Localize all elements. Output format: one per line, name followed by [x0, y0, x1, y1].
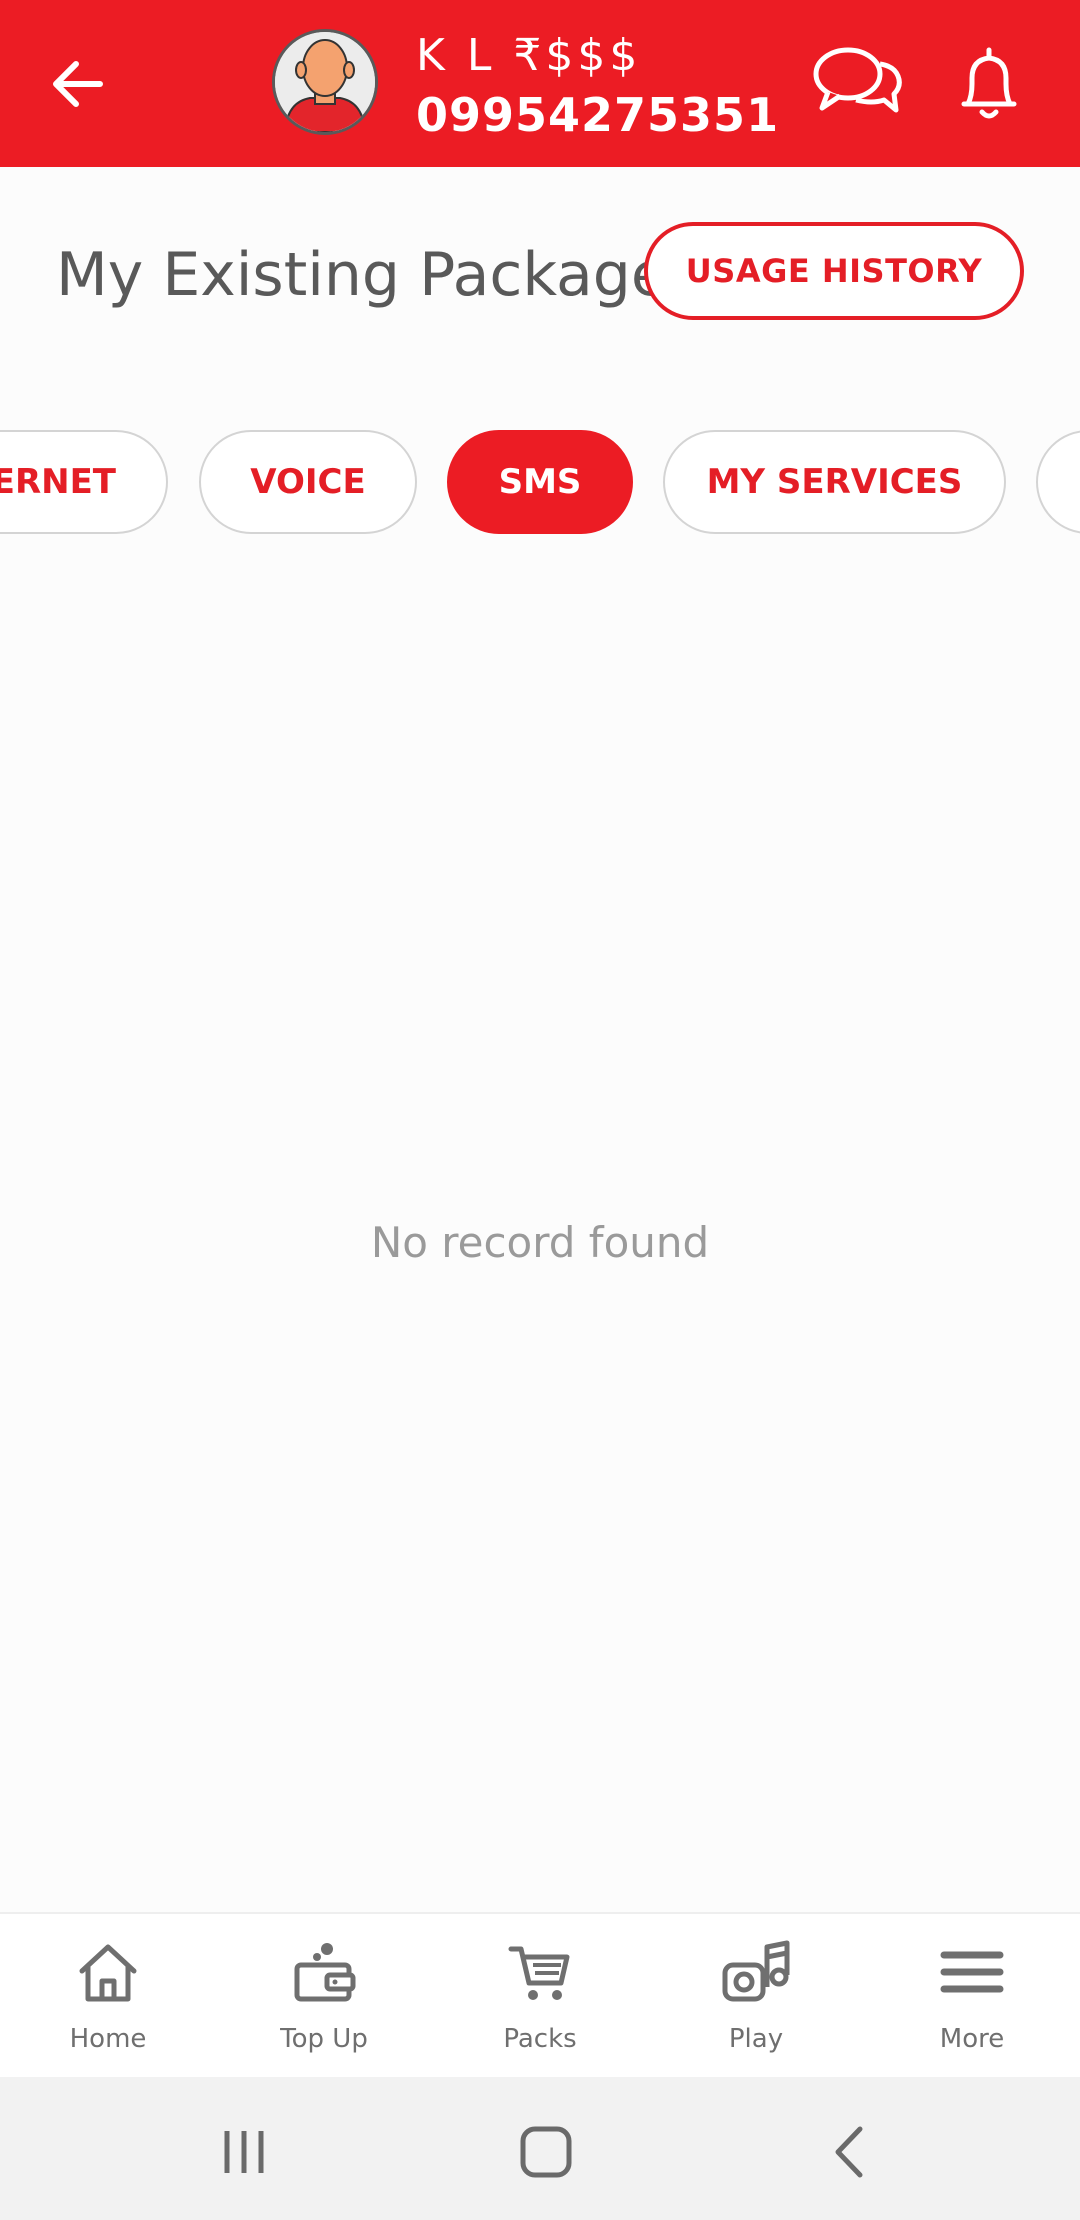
nav-top-up[interactable]: Top Up [216, 1914, 432, 2079]
back-system-button[interactable] [800, 2107, 900, 2197]
wallet-icon [294, 1943, 356, 2002]
bottom-navigation: Home Top Up Packs Play More [0, 1912, 1080, 2079]
home-square-icon [520, 2126, 572, 2178]
bell-icon [961, 47, 1017, 119]
nav-home[interactable]: Home [0, 1914, 216, 2079]
back-chevron-icon [835, 2126, 863, 2178]
cart-icon [508, 1946, 570, 2000]
home-icon [79, 1944, 137, 2002]
user-phone-number: 09954275351 [416, 88, 780, 142]
tab-voice[interactable]: VOICE [199, 430, 417, 534]
nav-packs[interactable]: Packs [432, 1914, 648, 2079]
usage-history-button[interactable]: USAGE HISTORY [644, 222, 1024, 320]
nav-more[interactable]: More [864, 1914, 1080, 2079]
nav-play-label: Play [728, 2024, 784, 2054]
recent-apps-button[interactable] [194, 2107, 294, 2197]
nav-more-label: More [939, 2024, 1005, 2054]
nav-play[interactable]: Play [648, 1914, 864, 2079]
nav-packs-label: Packs [503, 2024, 577, 2054]
music-icon [722, 1940, 790, 2002]
back-button[interactable] [44, 50, 108, 118]
notifications-button[interactable] [954, 44, 1024, 124]
empty-state-message: No record found [370, 1218, 710, 1267]
tab-internet[interactable]: ERNET [0, 430, 168, 534]
chat-icon [813, 47, 902, 113]
system-navigation-bar [0, 2077, 1080, 2220]
nav-top-up-label: Top Up [280, 2024, 368, 2054]
nav-home-label: Home [69, 2024, 147, 2054]
chat-button[interactable] [812, 44, 904, 120]
back-arrow-icon [53, 61, 103, 107]
tab-sms[interactable]: SMS [447, 430, 633, 534]
avatar[interactable] [272, 29, 378, 135]
page-title: My Existing Package [56, 240, 668, 310]
user-name: K L ₹$$$ [416, 30, 642, 81]
home-system-button[interactable] [496, 2107, 596, 2197]
tab-my-services[interactable]: MY SERVICES [663, 430, 1006, 534]
tab-next[interactable] [1036, 430, 1080, 534]
package-tabs: ERNET VOICE SMS MY SERVICES [0, 430, 1080, 534]
recent-apps-icon [224, 2131, 264, 2173]
menu-icon [940, 1951, 1004, 1993]
app-header: K L ₹$$$ 09954275351 [0, 0, 1080, 167]
